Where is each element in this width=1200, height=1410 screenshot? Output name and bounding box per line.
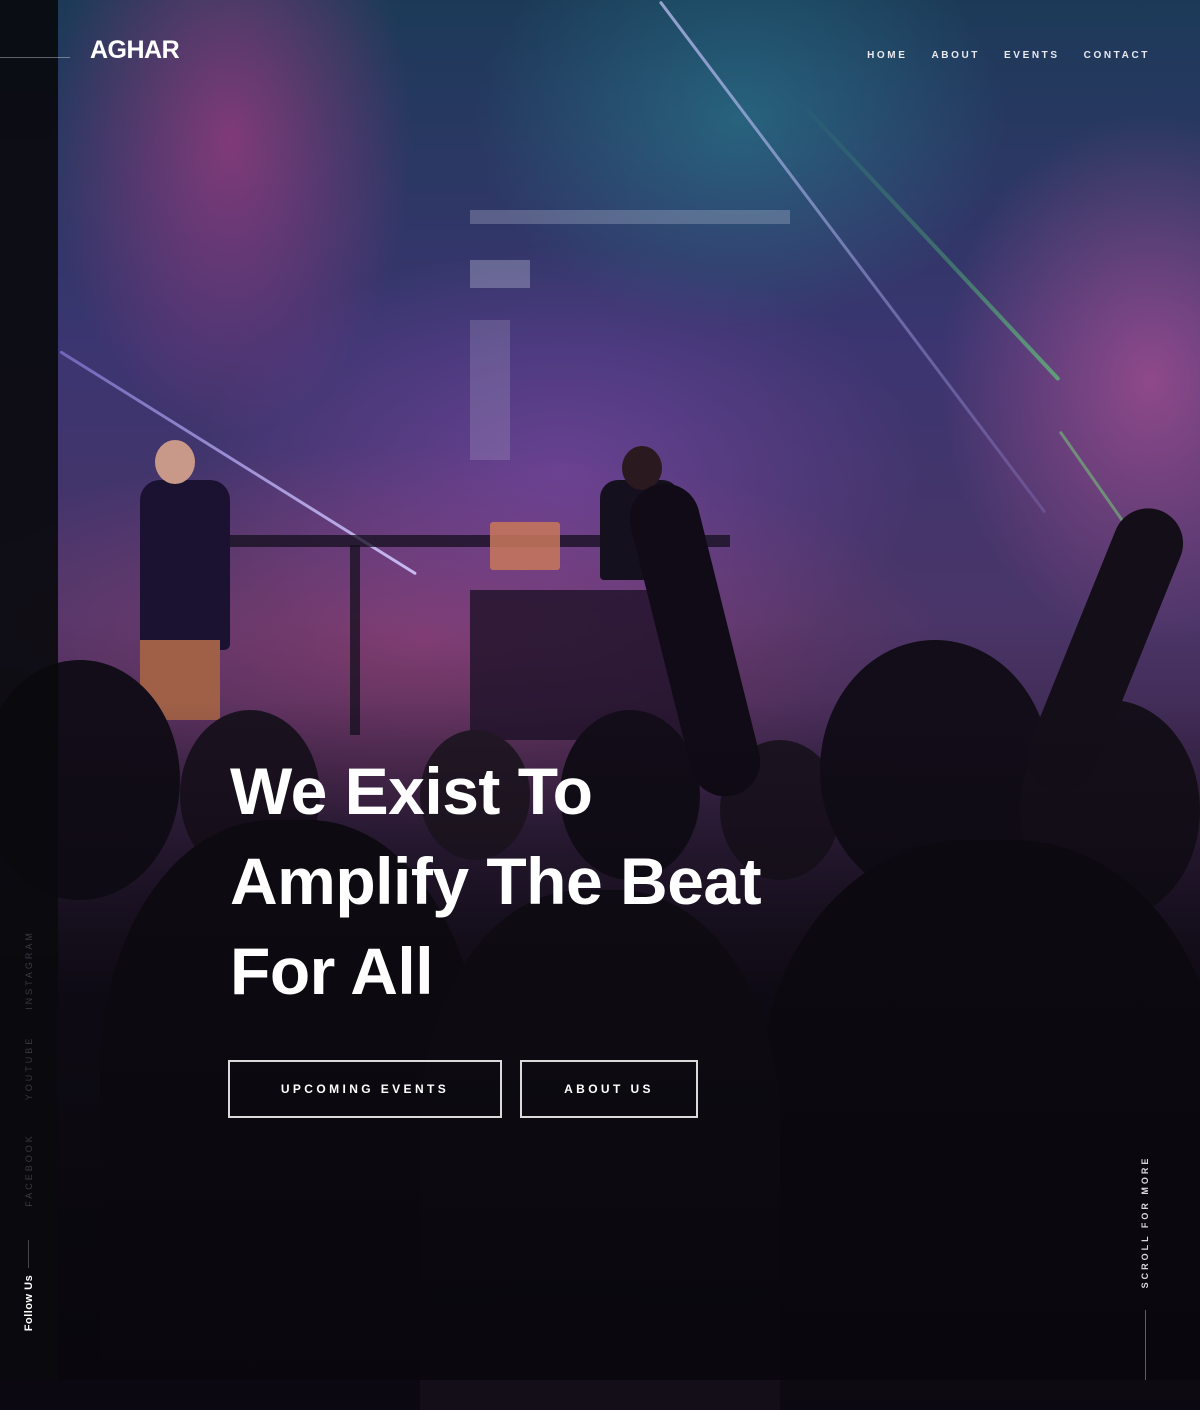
nav-about[interactable]: ABOUT — [931, 50, 980, 61]
header-accent-line — [0, 57, 70, 58]
about-us-button[interactable]: ABOUT US — [520, 1060, 698, 1118]
social-link-instagram[interactable]: INSTAGRAM — [24, 930, 34, 1010]
social-link-facebook[interactable]: FACEBOOK — [24, 1133, 34, 1207]
upcoming-events-button[interactable]: UPCOMING EVENTS — [228, 1060, 502, 1118]
social-sidebar: INSTAGRAM YOUTUBE FACEBOOK Follow Us — [0, 0, 58, 1380]
headline-line-3: For All — [230, 934, 434, 1008]
social-link-youtube[interactable]: YOUTUBE — [24, 1036, 34, 1101]
scroll-indicator-line — [1145, 1310, 1146, 1380]
hero-cta-group: UPCOMING EVENTS ABOUT US — [228, 1060, 698, 1118]
nav-home[interactable]: HOME — [867, 50, 907, 61]
rail-divider — [28, 1240, 29, 1268]
nav-events[interactable]: EVENTS — [1004, 50, 1060, 61]
headline-line-1: We Exist To — [230, 754, 593, 828]
hero-headline: We Exist To Amplify The Beat For All — [230, 746, 990, 1016]
nav-contact[interactable]: CONTACT — [1084, 50, 1150, 61]
scroll-for-more-label[interactable]: SCROLL FOR MORE — [1140, 1156, 1150, 1289]
headline-line-2: Amplify The Beat — [230, 844, 762, 918]
site-logo[interactable]: AGHAR — [90, 36, 180, 65]
follow-us-label: Follow Us — [23, 1274, 35, 1332]
hero-background-image — [0, 0, 1200, 1410]
main-nav: HOME ABOUT EVENTS CONTACT — [867, 50, 1150, 61]
